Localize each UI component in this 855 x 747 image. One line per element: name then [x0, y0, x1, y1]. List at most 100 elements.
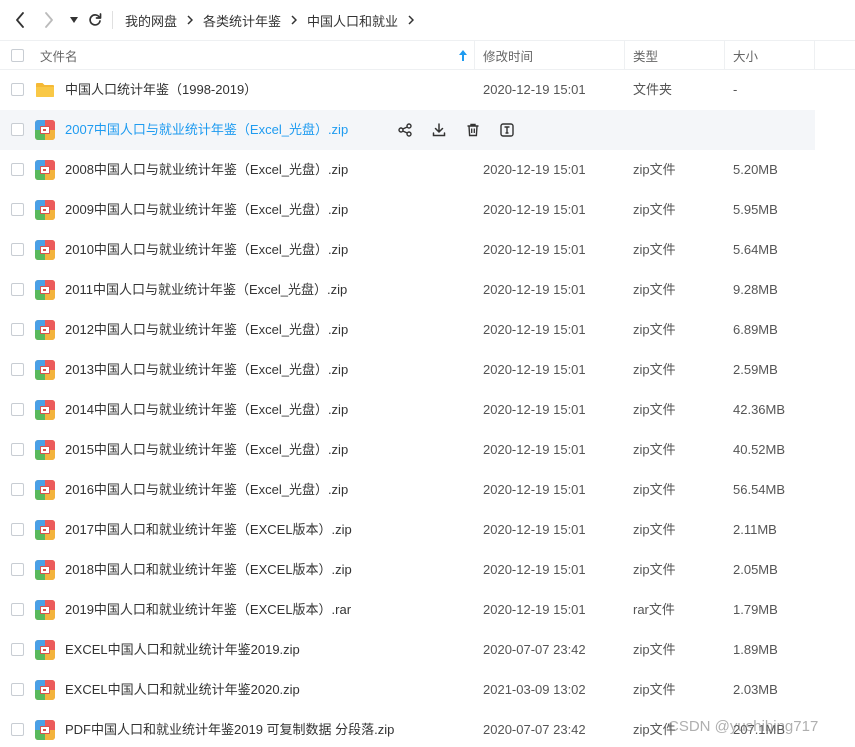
file-row[interactable]: 2009中国人口与就业统计年鉴（Excel_光盘）.zip 2020-12-19 …	[0, 190, 855, 230]
file-name[interactable]: 2008中国人口与就业统计年鉴（Excel_光盘）.zip	[65, 150, 348, 190]
download-icon[interactable]	[429, 120, 449, 140]
breadcrumb-item[interactable]: 各类统计年鉴	[203, 11, 281, 30]
share-icon[interactable]	[395, 120, 415, 140]
file-name[interactable]: 2016中国人口与就业统计年鉴（Excel_光盘）.zip	[65, 470, 348, 510]
delete-icon[interactable]	[463, 120, 483, 140]
file-size: 56.54MB	[733, 482, 786, 497]
file-row[interactable]: EXCEL中国人口和就业统计年鉴2019.zip 2020-07-07 23:42…	[0, 630, 855, 670]
file-name[interactable]: 2018中国人口和就业统计年鉴（EXCEL版本）.zip	[65, 550, 352, 590]
row-checkbox[interactable]	[11, 483, 24, 496]
row-checkbox[interactable]	[11, 243, 24, 256]
zip-archive-icon	[35, 240, 55, 260]
file-modified: 2020-12-19 15:01	[483, 442, 586, 457]
breadcrumb-item[interactable]: 我的网盘	[125, 11, 177, 30]
file-row[interactable]: 2013中国人口与就业统计年鉴（Excel_光盘）.zip 2020-12-19 …	[0, 350, 855, 390]
file-name[interactable]: 2012中国人口与就业统计年鉴（Excel_光盘）.zip	[65, 310, 348, 350]
toolbar: 我的网盘 各类统计年鉴 中国人口和就业	[0, 0, 855, 40]
file-modified: 2020-12-19 15:01	[483, 362, 586, 377]
breadcrumb: 我的网盘 各类统计年鉴 中国人口和就业	[125, 0, 424, 40]
file-row[interactable]: 2008中国人口与就业统计年鉴（Excel_光盘）.zip 2020-12-19 …	[0, 150, 855, 190]
column-divider	[474, 41, 475, 69]
history-dropdown-button[interactable]	[64, 10, 84, 30]
file-row[interactable]: 2011中国人口与就业统计年鉴（Excel_光盘）.zip 2020-12-19 …	[0, 270, 855, 310]
file-type: zip文件	[633, 442, 676, 457]
row-checkbox[interactable]	[11, 123, 24, 136]
file-name[interactable]: 2017中国人口和就业统计年鉴（EXCEL版本）.zip	[65, 510, 352, 550]
file-row[interactable]: 2017中国人口和就业统计年鉴（EXCEL版本）.zip 2020-12-19 1…	[0, 510, 855, 550]
file-type: zip文件	[633, 362, 676, 377]
watermark: CSDN @yushibing717	[668, 718, 819, 735]
file-modified: 2020-12-19 15:01	[483, 242, 586, 257]
row-checkbox[interactable]	[11, 403, 24, 416]
row-checkbox[interactable]	[11, 443, 24, 456]
file-row[interactable]: 2019中国人口和就业统计年鉴（EXCEL版本）.rar 2020-12-19 1…	[0, 590, 855, 630]
file-name[interactable]: PDF中国人口和就业统计年鉴2019 可复制数据 分段落.zip	[65, 710, 394, 747]
file-name[interactable]: 中国人口统计年鉴（1998-2019）	[65, 70, 257, 110]
file-size: 2.11MB	[733, 522, 777, 537]
row-checkbox[interactable]	[11, 603, 24, 616]
forward-button[interactable]	[39, 10, 59, 30]
row-checkbox[interactable]	[11, 83, 24, 96]
zip-archive-icon	[35, 440, 55, 460]
file-row[interactable]: 2016中国人口与就业统计年鉴（Excel_光盘）.zip 2020-12-19 …	[0, 470, 855, 510]
chevron-right-icon	[187, 15, 194, 25]
zip-archive-icon	[35, 320, 55, 340]
file-row[interactable]: 2007中国人口与就业统计年鉴（Excel_光盘）.zip	[0, 110, 815, 150]
row-checkbox[interactable]	[11, 523, 24, 536]
file-size: 9.28MB	[733, 282, 778, 297]
zip-archive-icon	[35, 640, 55, 660]
file-name[interactable]: EXCEL中国人口和就业统计年鉴2020.zip	[65, 670, 300, 710]
file-size: 5.20MB	[733, 162, 778, 177]
row-checkbox[interactable]	[11, 643, 24, 656]
zip-archive-icon	[35, 520, 55, 540]
file-name[interactable]: 2013中国人口与就业统计年鉴（Excel_光盘）.zip	[65, 350, 348, 390]
toolbar-divider	[112, 11, 113, 29]
row-checkbox[interactable]	[11, 363, 24, 376]
file-type: zip文件	[633, 282, 676, 297]
row-checkbox[interactable]	[11, 563, 24, 576]
file-name[interactable]: 2015中国人口与就业统计年鉴（Excel_光盘）.zip	[65, 430, 348, 470]
file-modified: 2020-12-19 15:01	[483, 82, 586, 97]
folder-icon	[35, 80, 55, 100]
caret-down-icon	[70, 17, 78, 23]
rename-icon[interactable]	[497, 120, 517, 140]
row-checkbox[interactable]	[11, 323, 24, 336]
file-name[interactable]: 2019中国人口和就业统计年鉴（EXCEL版本）.rar	[65, 590, 351, 630]
file-modified: 2020-12-19 15:01	[483, 562, 586, 577]
header-size[interactable]: 大小	[733, 41, 758, 69]
row-actions	[395, 120, 517, 140]
header-name[interactable]: 文件名	[40, 41, 78, 69]
row-checkbox[interactable]	[11, 723, 24, 736]
row-checkbox[interactable]	[11, 683, 24, 696]
file-row[interactable]: 2012中国人口与就业统计年鉴（Excel_光盘）.zip 2020-12-19 …	[0, 310, 855, 350]
file-name[interactable]: 2009中国人口与就业统计年鉴（Excel_光盘）.zip	[65, 190, 348, 230]
header-modified[interactable]: 修改时间	[483, 41, 533, 69]
file-name[interactable]: EXCEL中国人口和就业统计年鉴2019.zip	[65, 630, 300, 670]
row-checkbox[interactable]	[11, 163, 24, 176]
file-size: 2.59MB	[733, 362, 778, 377]
chevron-right-icon	[408, 15, 415, 25]
zip-archive-icon	[35, 480, 55, 500]
file-row[interactable]: 2018中国人口和就业统计年鉴（EXCEL版本）.zip 2020-12-19 1…	[0, 550, 855, 590]
sort-asc-icon[interactable]	[459, 41, 467, 69]
column-divider	[624, 41, 625, 69]
file-type: rar文件	[633, 602, 675, 617]
file-name[interactable]: 2010中国人口与就业统计年鉴（Excel_光盘）.zip	[65, 230, 348, 270]
file-type: 文件夹	[633, 82, 673, 97]
header-type[interactable]: 类型	[633, 41, 658, 69]
row-checkbox[interactable]	[11, 203, 24, 216]
file-name[interactable]: 2007中国人口与就业统计年鉴（Excel_光盘）.zip	[65, 110, 348, 150]
select-all-checkbox[interactable]	[11, 41, 24, 69]
file-row[interactable]: 2015中国人口与就业统计年鉴（Excel_光盘）.zip 2020-12-19 …	[0, 430, 855, 470]
file-row[interactable]: 中国人口统计年鉴（1998-2019） 2020-12-19 15:01 文件夹 -	[0, 70, 855, 110]
back-button[interactable]	[10, 10, 30, 30]
file-name[interactable]: 2011中国人口与就业统计年鉴（Excel_光盘）.zip	[65, 270, 347, 310]
file-row[interactable]: EXCEL中国人口和就业统计年鉴2020.zip 2021-03-09 13:02…	[0, 670, 855, 710]
file-row[interactable]: 2010中国人口与就业统计年鉴（Excel_光盘）.zip 2020-12-19 …	[0, 230, 855, 270]
row-checkbox[interactable]	[11, 283, 24, 296]
refresh-button[interactable]	[85, 10, 105, 30]
breadcrumb-item[interactable]: 中国人口和就业	[307, 11, 398, 30]
file-size: 2.03MB	[733, 682, 778, 697]
file-row[interactable]: 2014中国人口与就业统计年鉴（Excel_光盘）.zip 2020-12-19 …	[0, 390, 855, 430]
file-name[interactable]: 2014中国人口与就业统计年鉴（Excel_光盘）.zip	[65, 390, 348, 430]
